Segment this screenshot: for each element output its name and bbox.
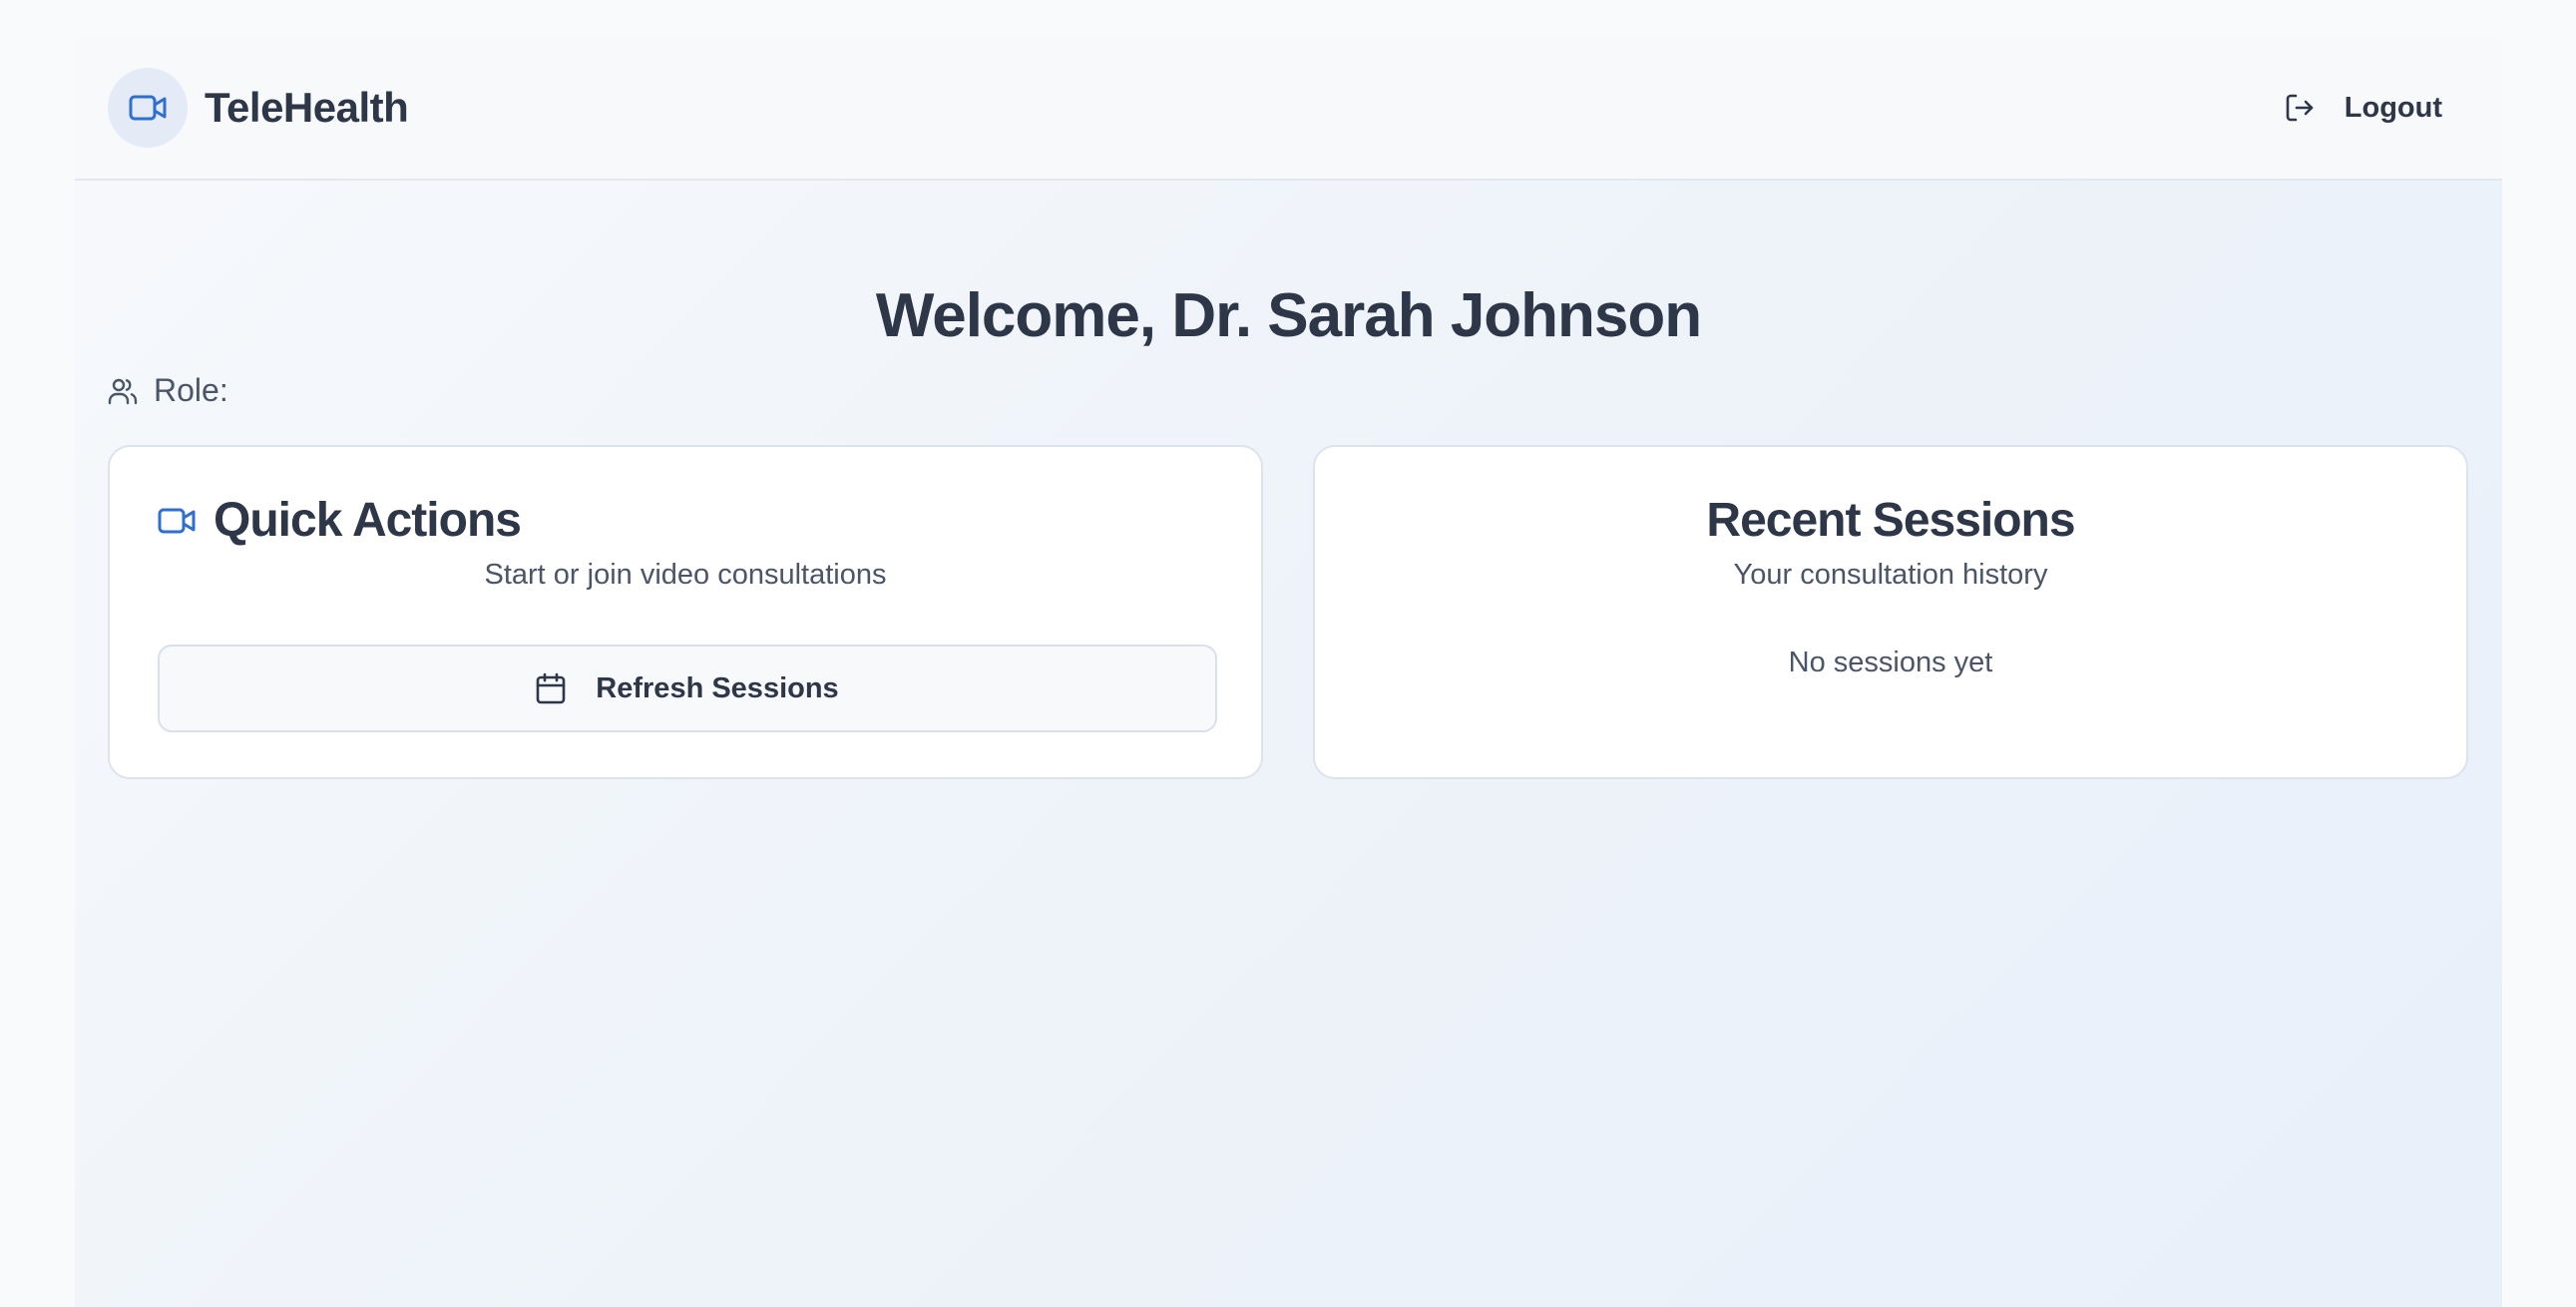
- recent-sessions-subtitle: Your consultation history: [1733, 559, 2048, 591]
- role-row: Role:: [108, 372, 228, 409]
- quick-actions-card: Quick Actions Start or join video consul…: [108, 445, 1263, 779]
- logout-icon: [2285, 93, 2315, 123]
- quick-actions-header: Quick Actions: [158, 493, 522, 548]
- recent-sessions-card: Recent Sessions Your consultation histor…: [1313, 445, 2468, 779]
- video-camera-icon: [158, 508, 196, 534]
- calendar-icon: [536, 672, 566, 704]
- refresh-sessions-button[interactable]: Refresh Sessions: [158, 645, 1217, 732]
- quick-actions-title: Quick Actions: [214, 494, 522, 547]
- app-container: TeleHealth Logout Welcome, Dr. Sarah Joh…: [75, 36, 2502, 1307]
- video-camera-icon: [129, 95, 167, 121]
- refresh-sessions-label: Refresh Sessions: [596, 671, 839, 704]
- logout-button[interactable]: Logout: [2285, 80, 2442, 136]
- recent-sessions-title: Recent Sessions: [1706, 494, 2075, 547]
- role-label: Role:: [154, 372, 228, 408]
- recent-sessions-header: Recent Sessions: [1315, 493, 2466, 548]
- users-icon: [108, 377, 138, 405]
- brand-logo: [108, 68, 188, 148]
- brand-name: TeleHealth: [205, 84, 409, 131]
- quick-actions-subtitle: Start or join video consultations: [484, 559, 887, 591]
- top-header: TeleHealth Logout: [75, 36, 2502, 181]
- welcome-title: Welcome, Dr. Sarah Johnson: [875, 281, 1702, 350]
- logout-label: Logout: [2344, 91, 2442, 124]
- empty-sessions-message: No sessions yet: [1788, 647, 1993, 678]
